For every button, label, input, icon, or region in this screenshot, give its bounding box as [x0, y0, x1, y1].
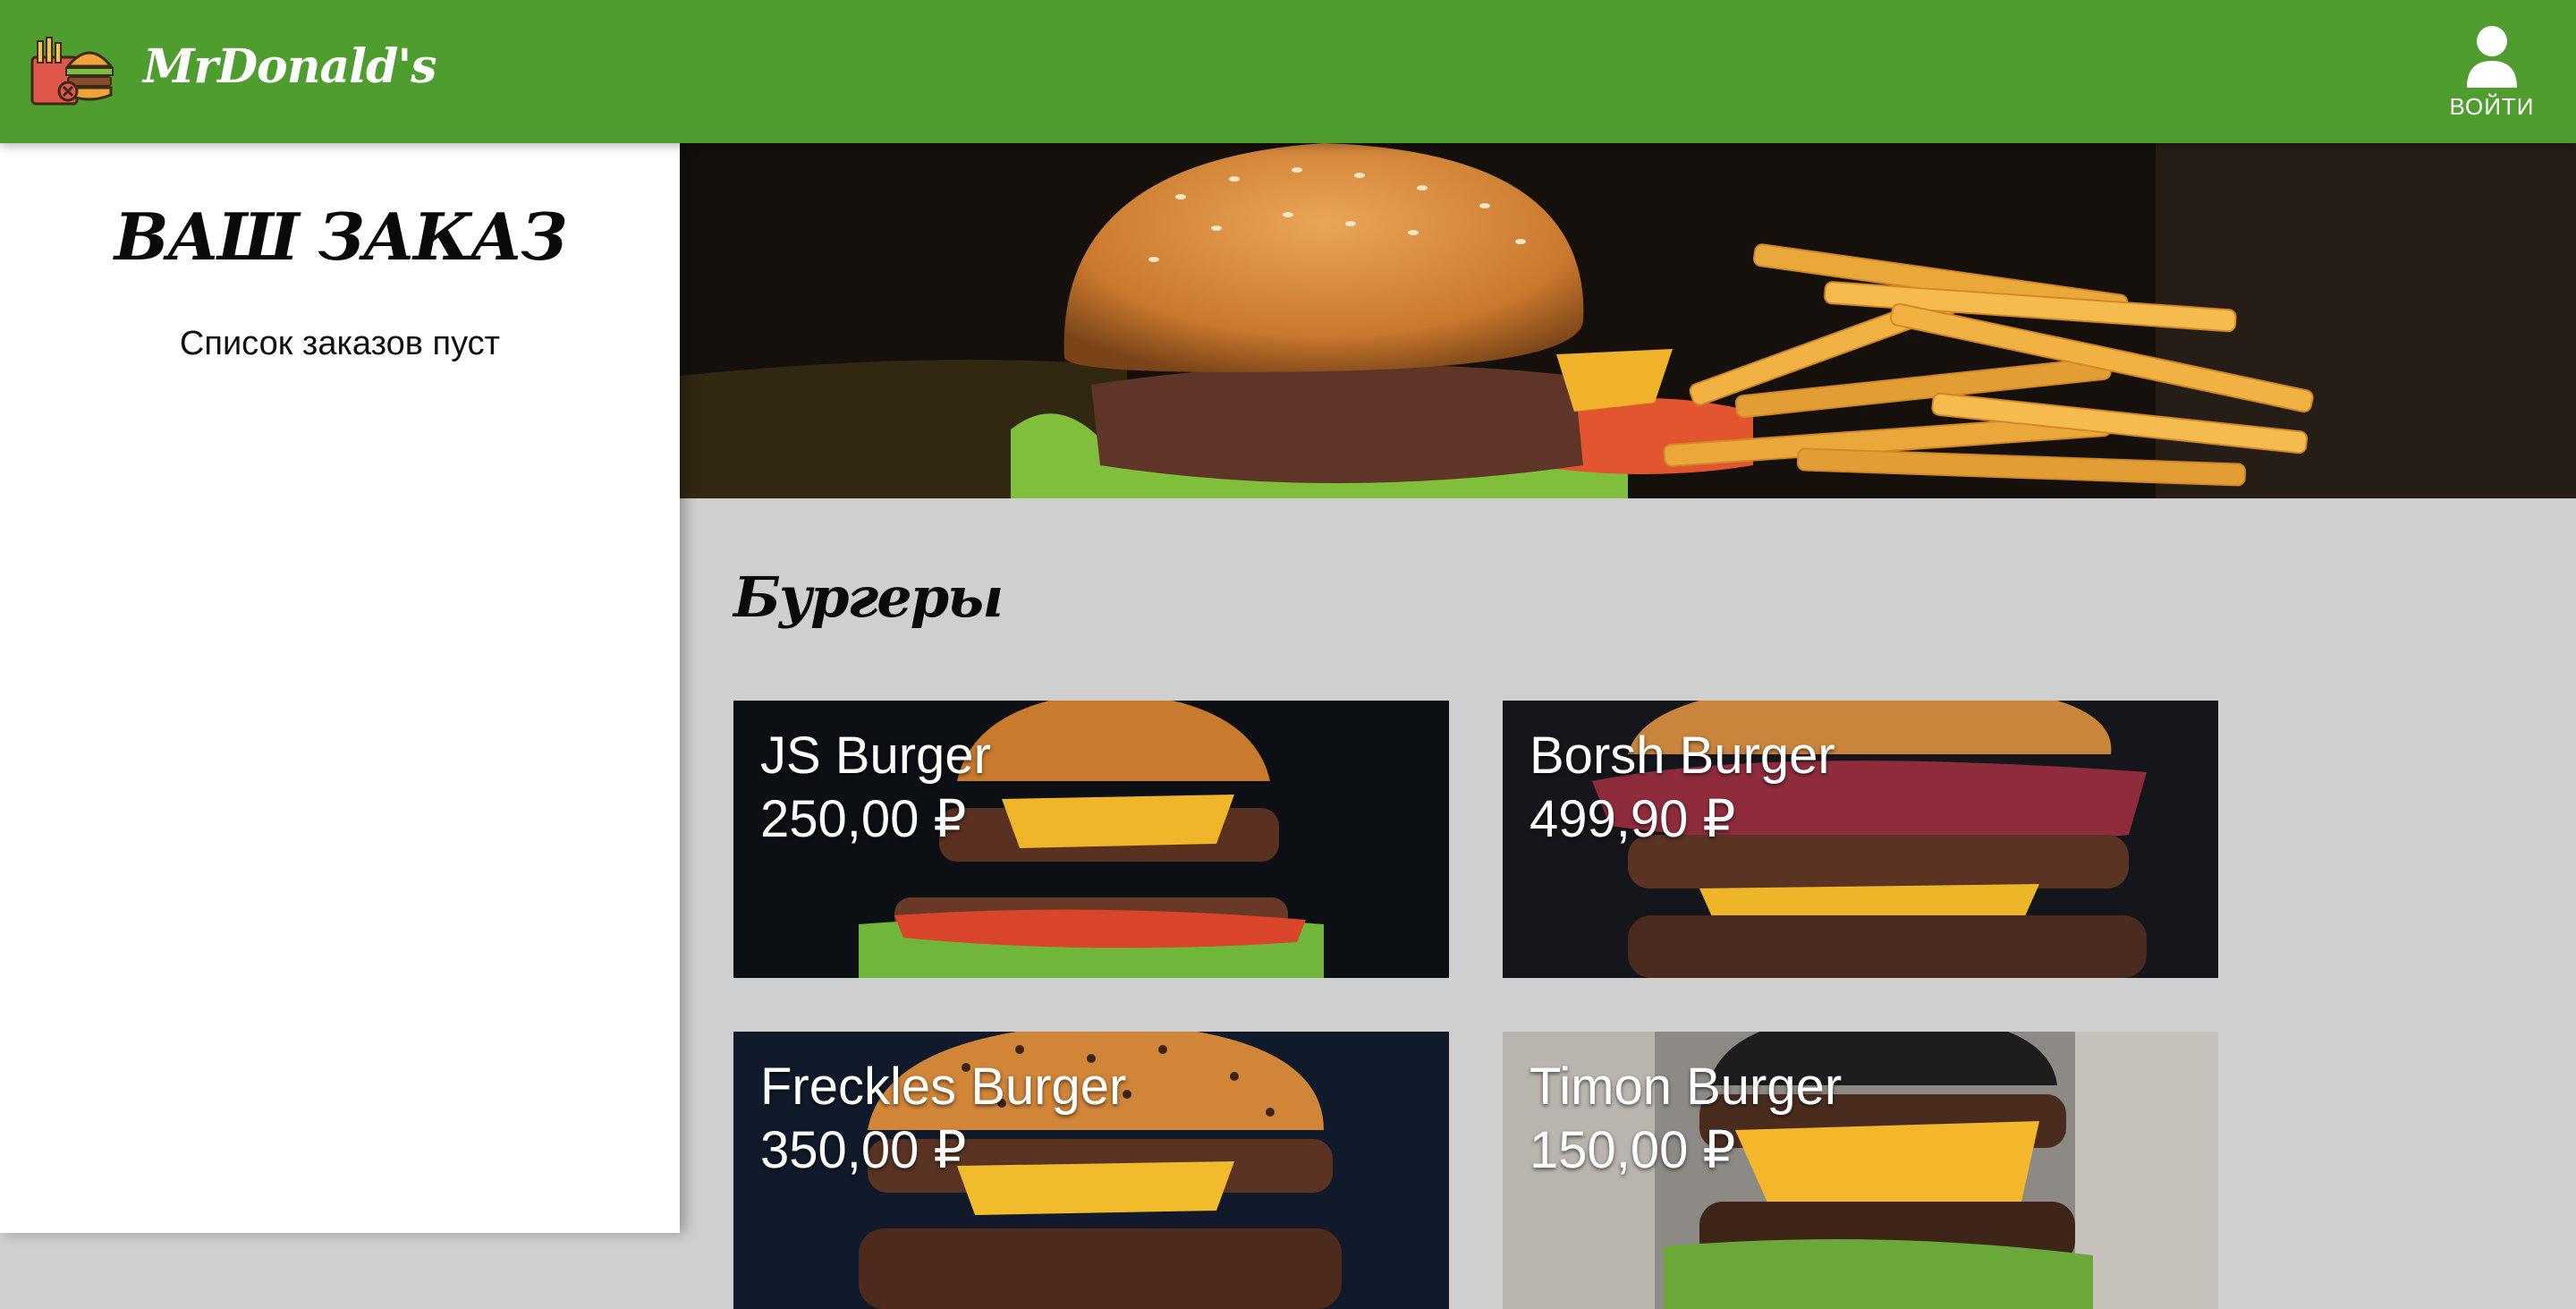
section-title: Бургеры — [733, 565, 1004, 630]
order-sidebar: ВАШ ЗАКАЗ Список заказов пуст — [0, 143, 680, 1233]
burger-and-fries-banner — [680, 143, 2576, 498]
product-price: 499,90 ₽ — [1530, 790, 1736, 848]
menu-section: Бургеры JS Burger 250,00 ₽ Borsh Burger … — [680, 498, 2576, 1309]
order-empty-text: Список заказов пуст — [179, 325, 501, 362]
top-navbar: MrDonald's ВОЙТИ — [0, 0, 2576, 143]
login-button[interactable]: ВОЙТИ — [2447, 25, 2537, 123]
product-card-js-burger[interactable]: JS Burger 250,00 ₽ — [733, 701, 1449, 978]
user-icon — [2467, 26, 2517, 88]
product-card-freckles-burger[interactable]: Freckles Burger 350,00 ₽ — [733, 1032, 1449, 1309]
brand-name[interactable]: MrDonald's — [143, 39, 437, 94]
order-title: ВАШ ЗАКАЗ — [114, 199, 568, 275]
product-price: 350,00 ₽ — [760, 1121, 967, 1179]
product-price: 250,00 ₽ — [760, 790, 967, 848]
hero-banner — [680, 143, 2576, 498]
product-card-timon-burger[interactable]: Timon Burger 150,00 ₽ — [1503, 1032, 2218, 1309]
product-card-borsh-burger[interactable]: Borsh Burger 499,90 ₽ — [1503, 701, 2218, 978]
product-name: Freckles Burger — [760, 1058, 1127, 1116]
product-price: 150,00 ₽ — [1530, 1121, 1736, 1179]
product-name: Borsh Burger — [1530, 727, 1835, 785]
login-label: ВОЙТИ — [2449, 93, 2535, 120]
product-name: JS Burger — [760, 727, 991, 785]
product-name: Timon Burger — [1530, 1058, 1843, 1116]
burger-fries-logo-icon[interactable] — [29, 36, 114, 107]
